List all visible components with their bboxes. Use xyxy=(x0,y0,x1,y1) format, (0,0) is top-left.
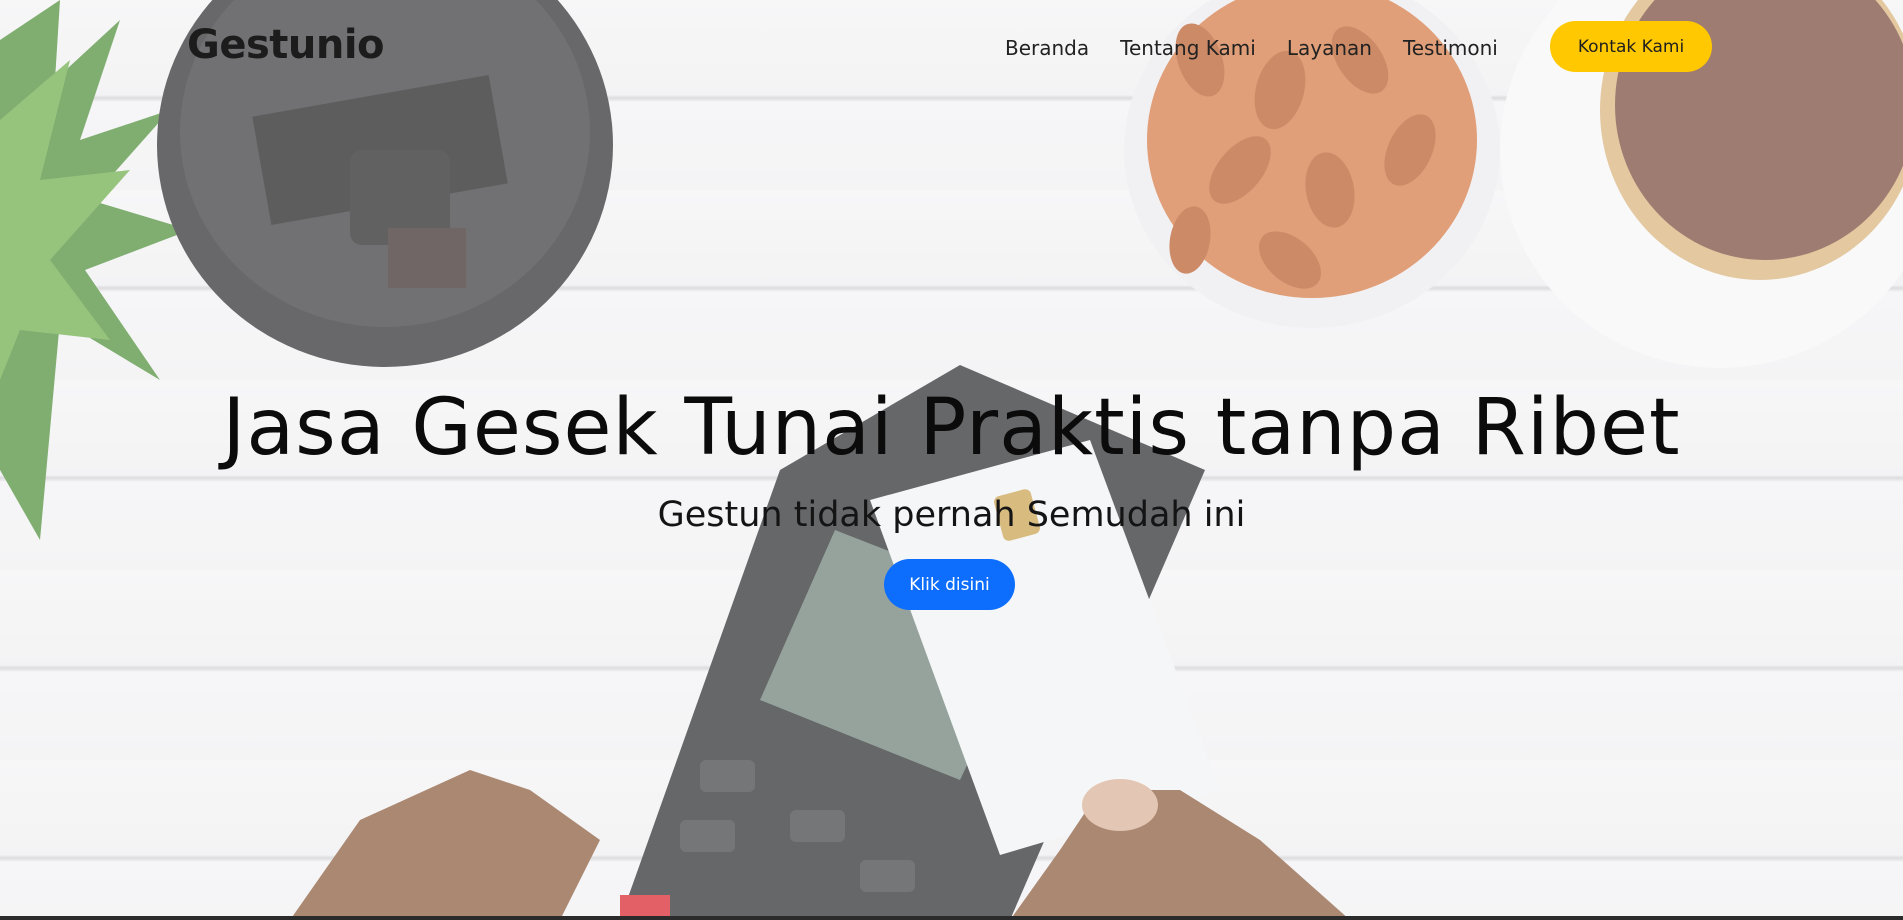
nav-link-testimoni[interactable]: Testimoni xyxy=(1403,36,1498,60)
nav-item-testimoni: Testimoni xyxy=(1403,36,1529,60)
hero-subtitle: Gestun tidak pernah Semudah ini xyxy=(657,495,1246,535)
nav-item-beranda: Beranda xyxy=(1005,36,1120,60)
bottom-divider xyxy=(0,916,1903,920)
nav-link-layanan[interactable]: Layanan xyxy=(1287,36,1372,60)
hero-cta-button[interactable]: Klik disini xyxy=(884,559,1015,610)
nav-link-beranda[interactable]: Beranda xyxy=(1005,36,1089,60)
nav-links: Beranda Tentang Kami Layanan Testimoni xyxy=(1005,36,1529,60)
contact-us-button[interactable]: Kontak Kami xyxy=(1550,21,1712,72)
navbar: Gestunio Beranda Tentang Kami Layanan Te… xyxy=(0,0,1903,95)
hero-section: Gestunio Beranda Tentang Kami Layanan Te… xyxy=(0,0,1903,920)
nav-link-tentang-kami[interactable]: Tentang Kami xyxy=(1120,36,1256,60)
hero-title: Jasa Gesek Tunai Praktis tanpa Ribet xyxy=(222,383,1681,473)
brand-logo[interactable]: Gestunio xyxy=(187,22,385,68)
nav-item-layanan: Layanan xyxy=(1287,36,1403,60)
nav-item-tentang-kami: Tentang Kami xyxy=(1120,36,1287,60)
